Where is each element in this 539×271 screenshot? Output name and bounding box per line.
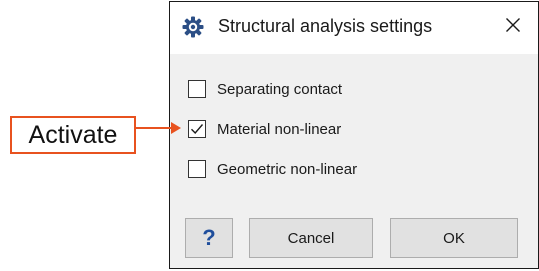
checkmark-icon	[190, 124, 204, 135]
cancel-button[interactable]: Cancel	[249, 218, 373, 258]
ok-button[interactable]: OK	[390, 218, 518, 258]
dialog-body: Separating contact Material non-linear G…	[170, 54, 538, 268]
separating-contact-option[interactable]: Separating contact	[188, 77, 342, 101]
geometric-non-linear-label: Geometric non-linear	[217, 160, 358, 178]
material-non-linear-checkbox[interactable]	[188, 120, 206, 138]
help-button[interactable]: ?	[185, 218, 233, 258]
material-non-linear-option[interactable]: Material non-linear	[188, 117, 341, 141]
callout-arrow-icon	[134, 122, 181, 134]
close-button[interactable]	[496, 10, 530, 44]
separating-contact-label: Separating contact	[217, 80, 343, 98]
separating-contact-checkbox[interactable]	[188, 80, 206, 98]
structural-analysis-settings-dialog: Structural analysis settings Separating …	[169, 1, 539, 269]
geometric-non-linear-checkbox[interactable]	[188, 160, 206, 178]
material-non-linear-label: Material non-linear	[217, 120, 342, 138]
dialog-title-bar: Structural analysis settings	[170, 2, 538, 54]
gear-icon	[182, 16, 204, 38]
activate-callout: Activate	[10, 116, 136, 154]
geometric-non-linear-option[interactable]: Geometric non-linear	[188, 157, 357, 181]
close-icon	[505, 17, 521, 38]
dialog-title: Structural analysis settings	[218, 16, 433, 36]
